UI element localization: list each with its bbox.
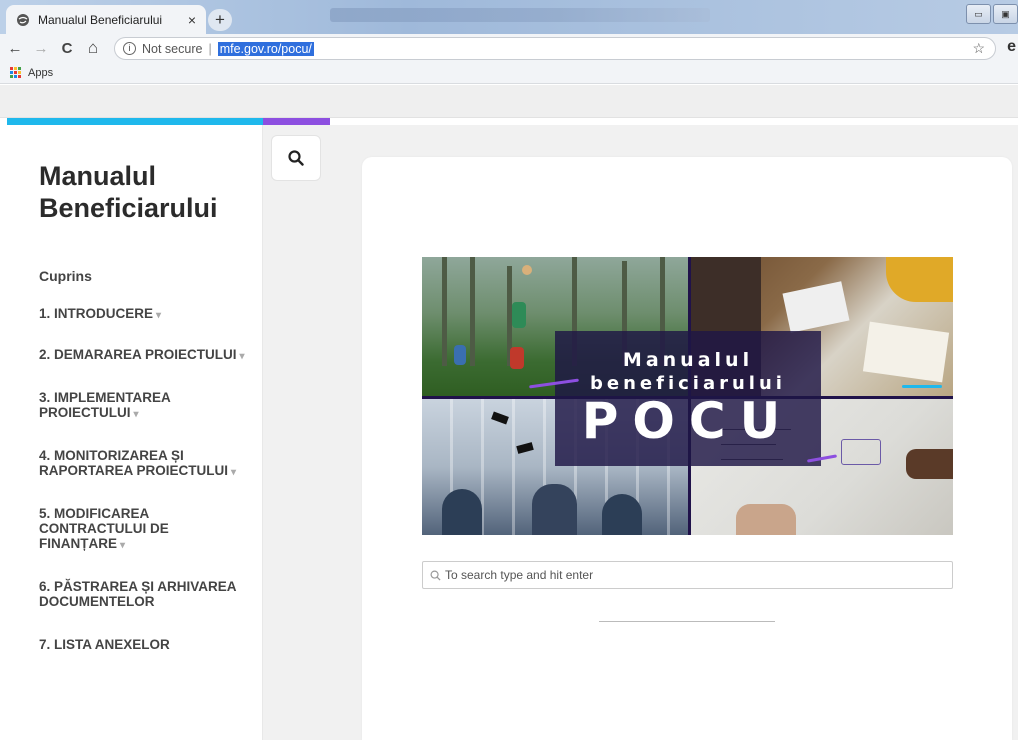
window-title-blur — [330, 8, 710, 22]
chevron-down-icon: ▾ — [120, 540, 126, 551]
restore-button[interactable]: ▣ — [993, 4, 1018, 24]
apps-grid-icon[interactable] — [10, 66, 22, 79]
hero-swoosh-cyan — [902, 385, 942, 388]
hero-title-pocu: POCU — [581, 392, 795, 450]
toc-item-label: 6. PĂSTRAREA ȘI ARHIVAREA DOCUMENTELOR — [39, 579, 237, 609]
info-icon[interactable]: i — [123, 42, 136, 55]
hero-title-line2: beneficiarului — [590, 373, 786, 394]
forward-button[interactable]: → — [30, 40, 52, 57]
search-icon — [288, 150, 304, 166]
security-label: Not secure — [142, 41, 203, 56]
tab-close-icon[interactable]: × — [188, 12, 196, 28]
bookmarks-bar: Apps — [0, 62, 1018, 84]
reload-button[interactable]: C — [56, 40, 78, 57]
search-column-accent-bar — [263, 118, 330, 125]
chevron-down-icon: ▾ — [239, 351, 245, 362]
toc-item-label: 4. MONITORIZAREA ȘI RAPORTAREA PROIECTUL… — [39, 448, 228, 478]
toc-item-label: 7. LISTA ANEXELOR — [39, 637, 170, 652]
toc-item-label: 2. DEMARAREA PROIECTULUI — [39, 347, 237, 362]
globe-icon — [17, 13, 29, 26]
toc-item-implementarea[interactable]: 3. IMPLEMENTAREA PROIECTULUI ▾ — [39, 390, 249, 422]
toc-item-label: 1. INTRODUCERE — [39, 306, 154, 321]
table-of-contents: 1. INTRODUCERE ▾ 2. DEMARAREA PROIECTULUI… — [39, 306, 249, 654]
search-toggle-button[interactable] — [271, 135, 321, 181]
toc-item-demararea[interactable]: 2. DEMARAREA PROIECTULUI ▾ — [39, 347, 249, 364]
home-button[interactable]: ⌂ — [82, 38, 104, 58]
hero-title-overlay: Manualul beneficiarului POCU — [555, 331, 821, 466]
search-input[interactable] — [445, 568, 952, 582]
toc-item-pastrarea[interactable]: 6. PĂSTRAREA ȘI ARHIVAREA DOCUMENTELOR — [39, 579, 249, 611]
search-column — [263, 125, 330, 740]
toc-item-monitorizarea[interactable]: 4. MONITORIZAREA ȘI RAPORTAREA PROIECTUL… — [39, 448, 249, 480]
bookmark-star-icon[interactable]: ☆ — [972, 40, 985, 57]
page-top-band — [0, 85, 1018, 118]
manual-title[interactable]: Manualul Beneficiarului — [39, 160, 249, 224]
window-controls: ▭ ▣ — [966, 4, 1018, 24]
content-divider — [599, 621, 775, 622]
apps-bookmark[interactable]: Apps — [28, 67, 53, 79]
toc-item-introducere[interactable]: 1. INTRODUCERE ▾ — [39, 306, 249, 323]
toc-heading: Cuprins — [39, 268, 92, 284]
profile-icon[interactable]: e — [1007, 38, 1016, 56]
toc-item-modificarea[interactable]: 5. MODIFICAREA CONTRACTULUI DE FINANȚARE… — [39, 506, 249, 553]
sidebar-accent-bar — [7, 118, 263, 125]
tab-strip: Manualul Beneficiarului × + ▭ ▣ — [0, 0, 1018, 34]
minimize-button[interactable]: ▭ — [966, 4, 991, 24]
new-tab-button[interactable]: + — [208, 9, 232, 31]
hero-title-line1: Manualul — [622, 349, 754, 371]
sidebar: Manualul Beneficiarului Cuprins 1. INTRO… — [7, 125, 263, 740]
chevron-down-icon: ▾ — [156, 310, 162, 321]
toc-item-lista-anexelor[interactable]: 7. LISTA ANEXELOR — [39, 637, 249, 654]
back-button[interactable]: ← — [4, 40, 26, 57]
search-field[interactable] — [422, 561, 953, 589]
tab-title: Manualul Beneficiarului — [38, 12, 163, 27]
address-bar[interactable]: i Not secure | mfe.gov.ro/pocu/ ☆ — [114, 37, 996, 60]
chevron-down-icon: ▾ — [231, 467, 237, 478]
browser-tab[interactable]: Manualul Beneficiarului × — [6, 5, 206, 34]
address-separator: | — [208, 41, 212, 56]
search-icon — [430, 570, 441, 581]
toc-item-label: 3. IMPLEMENTAREA PROIECTULUI — [39, 390, 171, 420]
toc-item-label: 5. MODIFICAREA CONTRACTULUI DE FINANȚARE — [39, 506, 169, 551]
hero-banner: Manualul beneficiarului POCU — [422, 257, 953, 535]
chevron-down-icon: ▾ — [133, 409, 139, 420]
url-text[interactable]: mfe.gov.ro/pocu/ — [217, 41, 314, 56]
